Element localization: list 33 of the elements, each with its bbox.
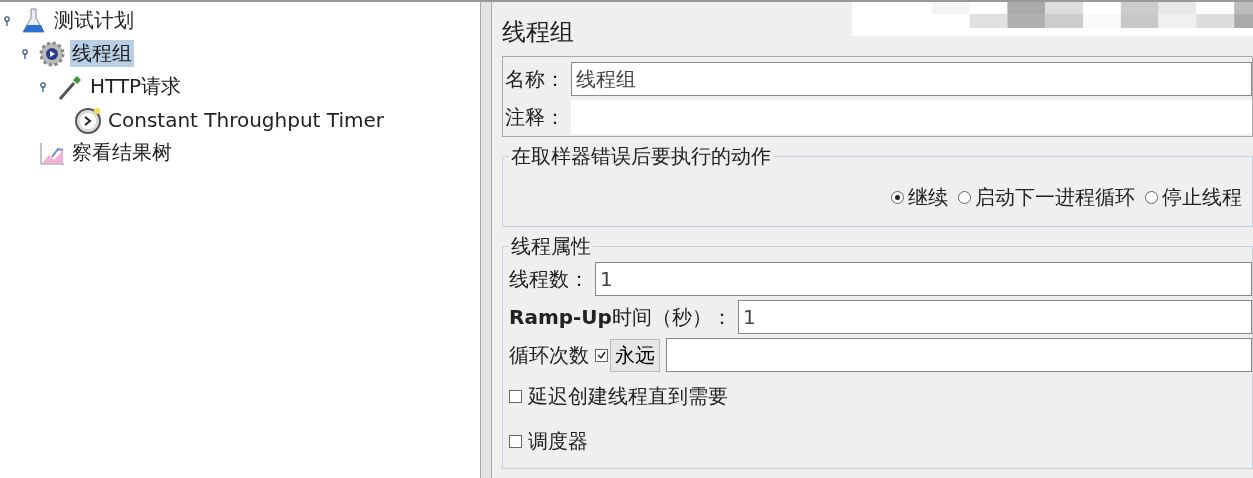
radio-label[interactable]: 启动下一进程循环 [975,184,1135,211]
checkbox[interactable] [509,390,522,403]
radio-button[interactable] [891,191,904,204]
loop-count-field[interactable] [666,338,1252,372]
threads-field[interactable]: 1 [595,262,1252,296]
radio-button[interactable] [958,191,971,204]
checkbox-label[interactable]: 延迟创建线程直到需要 [528,383,728,410]
forever-button[interactable]: 永远 [610,338,660,372]
name-field[interactable]: 线程组 [571,62,1252,96]
loop-label: 循环次数 [509,341,589,369]
rampup-label: Ramp-Up时间（秒）： [509,303,732,331]
gear-icon [38,39,66,68]
tree-item[interactable]: 测试计划 [52,7,136,34]
tree-item[interactable]: Constant Throughput Timer [106,107,386,132]
group-legend: 线程属性 [509,233,593,260]
rampup-field[interactable]: 1 [737,300,1252,334]
tree-item[interactable]: 线程组 [70,40,134,67]
group-legend: 在取样器错误后要执行的动作 [509,143,773,170]
comment-field[interactable] [571,100,1252,134]
timer-icon [74,105,102,134]
threads-label: 线程数： [509,265,589,293]
radio-button[interactable] [1145,191,1158,204]
radio-label[interactable]: 继续 [908,184,948,211]
checkbox[interactable] [595,348,608,362]
panel-title: 线程组 [502,17,574,48]
tree-item[interactable]: 察看结果树 [70,139,174,166]
flask-icon [20,6,48,35]
checkbox-label[interactable]: 调度器 [528,428,588,455]
comment-label: 注释： [505,103,565,131]
radio-label[interactable]: 停止线程 [1162,184,1242,211]
name-label: 名称： [505,65,565,93]
checkbox[interactable] [509,435,522,448]
tree-item[interactable]: HTTP请求 [88,73,184,100]
